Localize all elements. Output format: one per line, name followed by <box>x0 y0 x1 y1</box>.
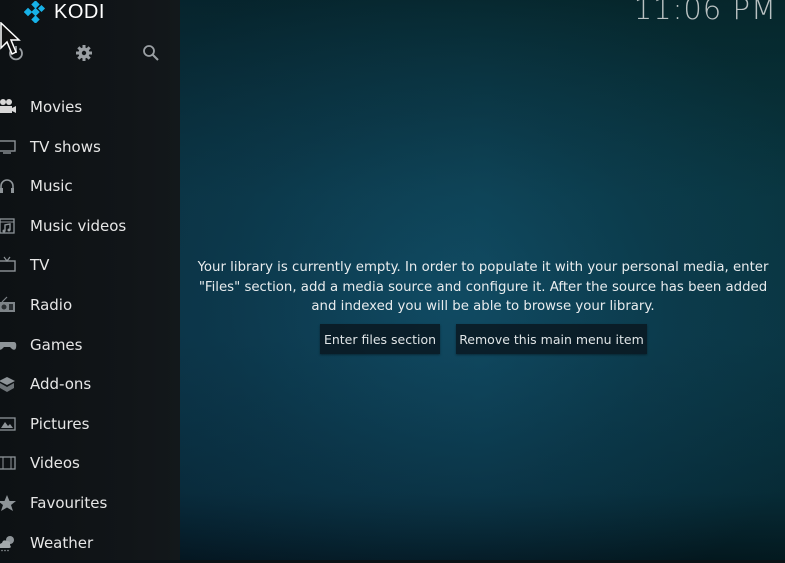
sidebar: KODI Movies TV shows Music Music videos … <box>0 0 180 560</box>
music-video-icon <box>0 215 18 237</box>
sidebar-item-label: TV shows <box>30 137 101 156</box>
remove-main-menu-item-button[interactable]: Remove this main menu item <box>456 324 647 354</box>
sidebar-item-label: Movies <box>30 98 83 116</box>
radio-icon <box>0 294 18 316</box>
picture-icon <box>0 413 18 435</box>
top-icon-bar <box>0 40 180 68</box>
sidebar-item-label: Videos <box>30 454 80 473</box>
sidebar-item-label: Music videos <box>30 216 127 235</box>
sidebar-item-favourites[interactable]: Favourites <box>0 483 180 523</box>
sidebar-item-videos[interactable]: Videos <box>0 443 180 483</box>
star-icon <box>0 492 18 514</box>
clock: 11:06 PM <box>633 0 777 26</box>
movie-camera-icon <box>0 96 18 118</box>
sidebar-item-tv[interactable]: TV <box>0 245 180 285</box>
kodi-logo[interactable]: KODI <box>24 0 105 24</box>
sidebar-item-weather[interactable]: Weather <box>0 523 180 563</box>
sidebar-item-label: Weather <box>30 533 94 552</box>
sidebar-item-label: Add-ons <box>30 375 92 394</box>
sidebar-item-movies[interactable]: Movies <box>0 87 180 127</box>
sidebar-item-music[interactable]: Music <box>0 166 180 206</box>
film-strip-icon <box>0 452 18 474</box>
sidebar-item-label: Music <box>30 177 73 196</box>
headphones-icon <box>0 175 18 197</box>
sidebar-item-music-videos[interactable]: Music videos <box>0 206 180 246</box>
mouse-pointer-icon <box>0 22 21 56</box>
enter-files-section-button[interactable]: Enter files section <box>320 324 440 354</box>
sidebar-item-games[interactable]: Games <box>0 325 180 365</box>
gear-icon <box>76 45 92 61</box>
sidebar-item-add-ons[interactable]: Add-ons <box>0 364 180 404</box>
sidebar-item-tv-shows[interactable]: TV shows <box>0 127 180 167</box>
settings-button[interactable] <box>71 40 97 66</box>
search-button[interactable] <box>138 40 164 66</box>
sidebar-item-label: Pictures <box>30 414 90 433</box>
tv-icon <box>0 254 18 276</box>
app-name: KODI <box>54 1 105 23</box>
sidebar-item-label: Favourites <box>30 494 108 512</box>
sidebar-item-label: Games <box>30 335 83 354</box>
kodi-logo-icon <box>24 1 46 23</box>
sidebar-item-pictures[interactable]: Pictures <box>0 404 180 444</box>
addon-box-icon <box>0 373 18 395</box>
sidebar-item-label: Radio <box>30 296 73 314</box>
gamepad-icon <box>0 334 18 356</box>
sidebar-item-radio[interactable]: Radio <box>0 285 180 325</box>
monitor-icon <box>0 136 18 158</box>
search-icon <box>143 45 159 61</box>
weather-icon <box>0 532 18 554</box>
sidebar-item-label: TV <box>30 256 50 275</box>
empty-library-message: Your library is currently empty. In orde… <box>197 260 769 314</box>
